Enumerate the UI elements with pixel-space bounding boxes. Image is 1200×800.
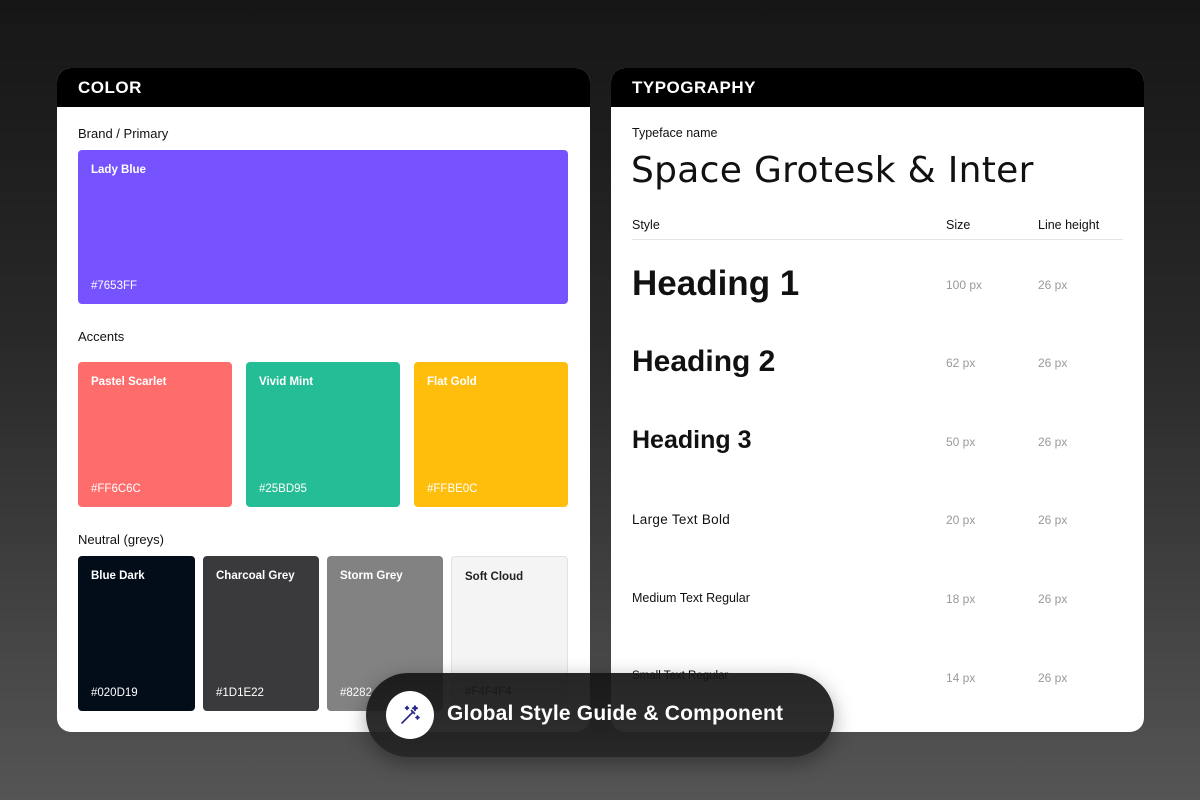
swatch-name: Vivid Mint — [259, 376, 314, 388]
swatch-name: Storm Grey — [340, 570, 403, 582]
size-value: 62 px — [946, 356, 976, 370]
line-height-value: 26 px — [1038, 278, 1068, 292]
swatch-lady-blue: Lady Blue #7653FF — [78, 150, 568, 304]
typeface-name: Space Grotesk & Inter — [631, 150, 1034, 191]
line-height-value: 26 px — [1038, 356, 1068, 370]
banner-title: Global Style Guide & Component — [447, 702, 784, 725]
line-height-value: 26 px — [1038, 671, 1068, 685]
swatch-vivid-mint: Vivid Mint #25BD95 — [246, 362, 400, 507]
swatch-name: Soft Cloud — [465, 571, 524, 583]
style-guide-banner: Global Style Guide & Component — [366, 673, 834, 757]
swatch-hex: #FFBE0C — [427, 483, 478, 495]
swatch-charcoal-grey: Charcoal Grey #1D1E22 — [203, 556, 319, 711]
accents-section-label: Accents — [78, 329, 125, 344]
style-heading-2: Heading 2 — [632, 345, 776, 378]
style-heading-3: Heading 3 — [632, 426, 752, 454]
column-line-height: Line height — [1038, 218, 1100, 232]
column-size: Size — [946, 218, 971, 232]
line-height-value: 26 px — [1038, 592, 1068, 606]
size-value: 20 px — [946, 513, 976, 527]
swatch-hex: #020D19 — [91, 687, 138, 699]
style-heading-1: Heading 1 — [632, 264, 800, 303]
typography-card: TYPOGRAPHY Typeface name Space Grotesk &… — [611, 68, 1144, 732]
swatch-name: Flat Gold — [427, 376, 477, 388]
magic-wand-icon — [386, 691, 434, 739]
brand-section-label: Brand / Primary — [78, 126, 169, 141]
color-card-title: COLOR — [57, 68, 590, 107]
neutrals-section-label: Neutral (greys) — [78, 532, 164, 547]
swatch-name: Charcoal Grey — [216, 570, 295, 582]
size-value: 100 px — [946, 278, 983, 292]
line-height-value: 26 px — [1038, 513, 1068, 527]
swatch-name: Blue Dark — [91, 570, 145, 582]
swatch-hex: #FF6C6C — [91, 483, 141, 495]
header-divider — [632, 239, 1123, 240]
column-style: Style — [632, 218, 660, 232]
swatch-hex: #7653FF — [91, 280, 138, 292]
swatch-hex: #8282 — [340, 687, 372, 699]
style-medium-text-regular: Medium Text Regular — [632, 591, 750, 605]
typeface-label: Typeface name — [632, 126, 718, 140]
swatch-hex: #25BD95 — [259, 483, 307, 495]
style-large-text-bold: Large Text Bold — [632, 512, 731, 527]
size-value: 50 px — [946, 435, 976, 449]
swatch-name: Pastel Scarlet — [91, 376, 167, 388]
size-value: 14 px — [946, 671, 976, 685]
swatch-pastel-scarlet: Pastel Scarlet #FF6C6C — [78, 362, 232, 507]
size-value: 18 px — [946, 592, 976, 606]
swatch-name: Lady Blue — [91, 164, 146, 176]
swatch-hex: #1D1E22 — [216, 687, 264, 699]
swatch-blue-dark: Blue Dark #020D19 — [78, 556, 195, 711]
swatch-flat-gold: Flat Gold #FFBE0C — [414, 362, 568, 507]
color-card: COLOR Brand / Primary Lady Blue #7653FF … — [57, 68, 590, 732]
typography-card-title: TYPOGRAPHY — [611, 68, 1144, 107]
line-height-value: 26 px — [1038, 435, 1068, 449]
